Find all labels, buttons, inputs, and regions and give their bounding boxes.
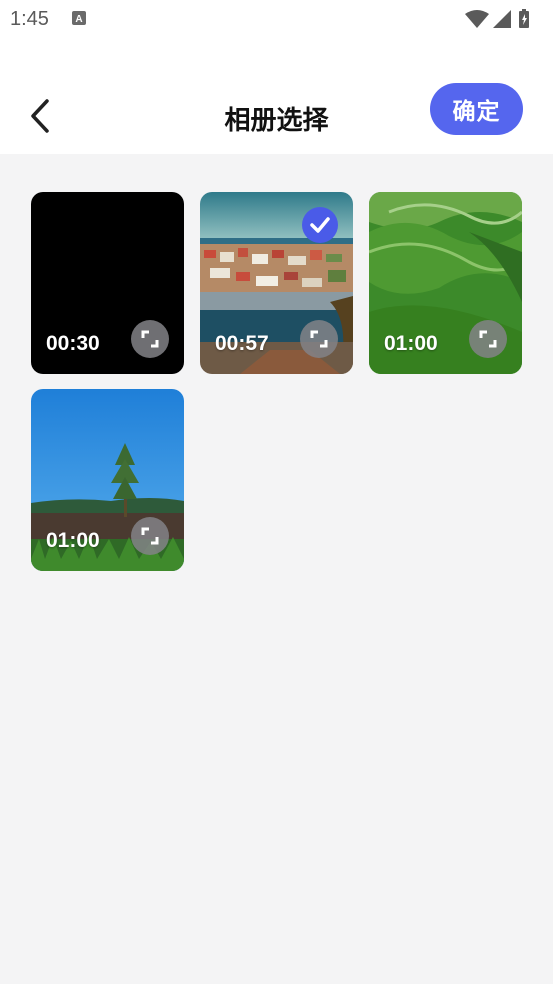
status-bar: 1:45 A xyxy=(0,0,553,40)
header: 相册选择 确定 xyxy=(0,40,553,154)
video-thumbnail[interactable]: 00:30 xyxy=(31,192,184,374)
video-duration: 00:57 xyxy=(215,332,269,355)
expand-icon xyxy=(141,330,159,348)
expand-button[interactable] xyxy=(300,320,338,358)
video-thumbnail[interactable]: 01:00 xyxy=(369,192,522,374)
video-duration: 01:00 xyxy=(46,529,100,552)
confirm-button[interactable]: 确定 xyxy=(430,83,523,135)
video-thumbnail[interactable]: 01:00 xyxy=(31,389,184,571)
video-duration: 00:30 xyxy=(46,332,100,355)
expand-button[interactable] xyxy=(131,320,169,358)
video-duration: 01:00 xyxy=(384,332,438,355)
notification-a-icon: A xyxy=(72,11,86,25)
wifi-icon xyxy=(465,10,489,28)
expand-icon xyxy=(141,527,159,545)
battery-icon xyxy=(519,9,529,28)
svg-text:A: A xyxy=(75,14,82,25)
status-time: 1:45 xyxy=(10,8,49,30)
expand-icon xyxy=(479,330,497,348)
video-thumbnail[interactable]: 00:57 xyxy=(200,192,353,374)
expand-button[interactable] xyxy=(131,517,169,555)
expand-button[interactable] xyxy=(469,320,507,358)
status-icons xyxy=(463,8,543,30)
selected-check-badge[interactable] xyxy=(302,207,338,243)
check-icon xyxy=(310,217,330,233)
expand-icon xyxy=(310,330,328,348)
signal-icon xyxy=(493,10,511,28)
